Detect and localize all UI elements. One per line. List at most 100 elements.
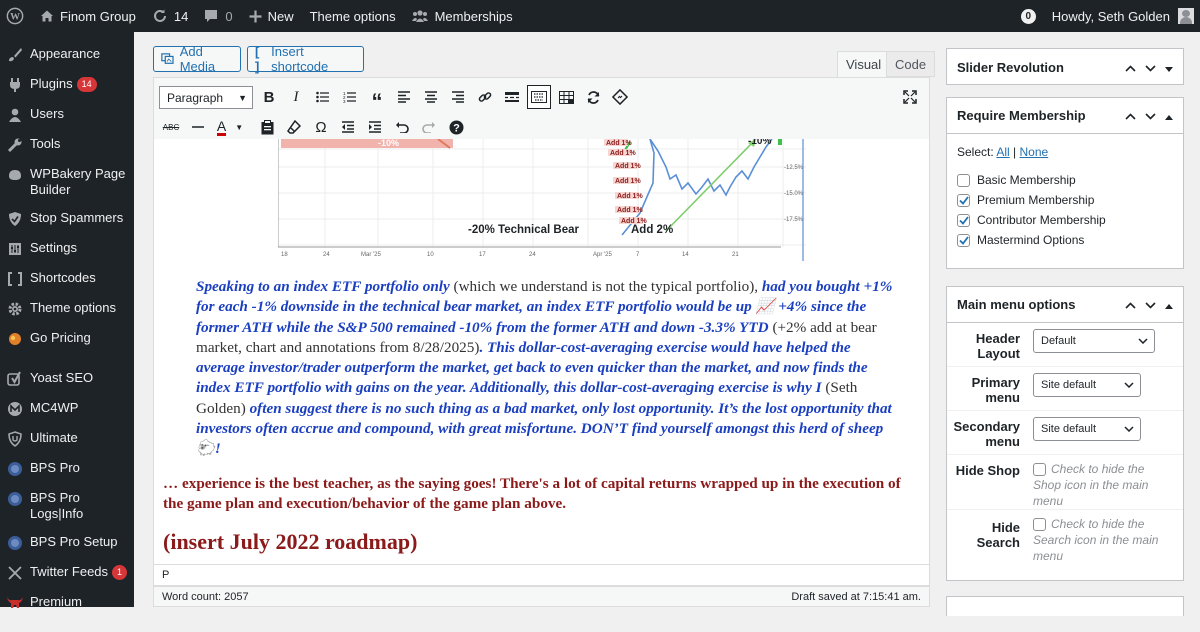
- sidebar-item-go-pricing[interactable]: Go Pricing: [0, 324, 134, 354]
- word-count: Word count: 2057: [162, 591, 249, 603]
- updates-link[interactable]: 14: [144, 0, 196, 32]
- tab-visual[interactable]: Visual: [837, 51, 891, 78]
- code-block-button[interactable]: [608, 85, 632, 109]
- table-button[interactable]: [554, 85, 578, 109]
- select-all-link[interactable]: All: [996, 145, 1009, 159]
- insert-shortcode-button[interactable]: [ ] Insert shortcode: [247, 44, 364, 74]
- primary-menu-select[interactable]: Site default: [1033, 373, 1141, 397]
- memberships-link[interactable]: Memberships: [404, 0, 521, 32]
- notifications-button[interactable]: 0: [1013, 0, 1044, 32]
- indent-icon: [369, 121, 381, 133]
- hide-search-checkbox[interactable]: [1033, 518, 1046, 532]
- sidebar-item-bps-pro-setup[interactable]: BPS Pro Setup: [0, 528, 134, 558]
- sidebar-item-wpbakery[interactable]: WPBakery Page Builder: [0, 160, 134, 204]
- help-icon: ?: [449, 120, 463, 134]
- sidebar-item-shortcodes[interactable]: Shortcodes: [0, 264, 134, 294]
- membership-option-mastermind[interactable]: Mastermind Options: [957, 230, 1173, 250]
- text-color-button[interactable]: A ▼: [213, 115, 247, 139]
- align-right-button[interactable]: [446, 85, 470, 109]
- caret-down-icon[interactable]: [1165, 60, 1173, 75]
- embedded-chart-image: -10% Add 1% Add 1% Add 1% Add 1% Add 1% …: [278, 139, 806, 261]
- strikethrough-button[interactable]: ABC: [159, 115, 183, 139]
- bullet-list-icon: [316, 91, 329, 103]
- sidebar-item-tools[interactable]: Tools: [0, 130, 134, 160]
- new-content-link[interactable]: New: [241, 0, 302, 32]
- sidebar-item-stop-spammers[interactable]: Stop Spammers: [0, 204, 134, 234]
- special-character-button[interactable]: Ω: [309, 115, 333, 139]
- outdent-icon: [342, 121, 354, 133]
- blockquote-button[interactable]: “: [365, 85, 389, 113]
- chevron-up-icon[interactable]: [1125, 60, 1136, 75]
- sidebar-item-theme-options[interactable]: Theme options: [0, 294, 134, 324]
- sidebar-item-plugins[interactable]: Plugins 14: [0, 70, 134, 100]
- checkbox-unchecked[interactable]: [957, 174, 970, 188]
- sidebar-item-bps-pro-logs[interactable]: BPS Pro Logs|Info: [0, 484, 134, 528]
- numbered-list-button[interactable]: 123: [338, 85, 362, 109]
- paste-text-button[interactable]: [255, 115, 279, 139]
- indent-button[interactable]: [363, 115, 387, 139]
- checkbox-checked[interactable]: [957, 214, 970, 228]
- site-name-link[interactable]: Finom Group: [32, 0, 144, 32]
- horizontal-line-button[interactable]: [186, 115, 210, 139]
- sidebar-item-yoast-seo[interactable]: Yoast SEO: [0, 364, 134, 394]
- undo-button[interactable]: [390, 115, 414, 139]
- sidebar-item-premium-financial-widgets[interactable]: Premium Financial Widgets: [0, 588, 134, 632]
- go-pricing-icon: [6, 330, 24, 348]
- membership-option-contributor[interactable]: Contributor Membership: [957, 210, 1173, 230]
- editor-content[interactable]: -10% Add 1% Add 1% Add 1% Add 1% Add 1% …: [153, 139, 930, 564]
- content-paragraph-red[interactable]: … experience is the best teacher, as the…: [163, 474, 903, 515]
- align-left-button[interactable]: [392, 85, 416, 109]
- italic-button[interactable]: I: [284, 85, 308, 109]
- insert-link-button[interactable]: [473, 85, 497, 109]
- wordpress-logo-icon[interactable]: W: [0, 0, 32, 32]
- content-heading[interactable]: (insert July 2022 roadmap): [163, 529, 417, 555]
- add-media-button[interactable]: Add Media: [153, 44, 241, 74]
- tab-code[interactable]: Code: [886, 51, 936, 77]
- select-none-link[interactable]: None: [1020, 145, 1049, 159]
- chevron-down-icon[interactable]: [1145, 297, 1156, 312]
- format-select[interactable]: Paragraph ▼: [159, 86, 253, 109]
- sidebar-item-appearance[interactable]: Appearance: [0, 40, 134, 70]
- sidebar-item-bps-pro[interactable]: BPS Pro: [0, 454, 134, 484]
- comments-link[interactable]: 0: [196, 0, 240, 32]
- hide-shop-checkbox[interactable]: [1033, 463, 1046, 477]
- hide-shop-option[interactable]: Check to hide the Shop icon in the main …: [1033, 462, 1148, 508]
- hide-search-option[interactable]: Check to hide the Search icon in the mai…: [1033, 517, 1158, 563]
- membership-option-basic[interactable]: Basic Membership: [957, 170, 1173, 190]
- help-button[interactable]: ?: [444, 115, 468, 139]
- chevron-up-icon[interactable]: [1125, 297, 1136, 312]
- secondary-menu-select[interactable]: Site default: [1033, 417, 1141, 441]
- content-paragraph-blue[interactable]: Speaking to an index ETF portfolio only …: [196, 277, 894, 460]
- read-more-button[interactable]: [500, 85, 524, 109]
- fullscreen-button[interactable]: [898, 85, 922, 109]
- sidebar-item-settings[interactable]: Settings: [0, 234, 134, 264]
- chevron-up-icon[interactable]: [1125, 108, 1136, 123]
- sidebar-item-users[interactable]: Users: [0, 100, 134, 130]
- refresh-button[interactable]: [581, 85, 605, 109]
- sidebar-item-twitter-feeds[interactable]: Twitter Feeds 1: [0, 558, 134, 588]
- outdent-button[interactable]: [336, 115, 360, 139]
- header-layout-select[interactable]: Default: [1033, 329, 1155, 353]
- align-right-icon: [452, 91, 464, 103]
- chart-x-tick: Mar '25: [361, 252, 381, 258]
- toolbar-toggle-button[interactable]: [527, 85, 551, 109]
- sidebar-item-mc4wp[interactable]: MC4WP: [0, 394, 134, 424]
- panel-title: Slider Revolution: [957, 59, 1064, 75]
- theme-options-link[interactable]: Theme options: [302, 0, 404, 32]
- groups-icon: [411, 10, 428, 22]
- membership-option-premium[interactable]: Premium Membership: [957, 190, 1173, 210]
- clear-formatting-button[interactable]: [282, 115, 306, 139]
- bullet-list-button[interactable]: [311, 85, 335, 109]
- checkbox-checked[interactable]: [957, 194, 970, 208]
- sidebar-item-ultimate[interactable]: Ultimate: [0, 424, 134, 454]
- ultimate-icon: [6, 430, 24, 448]
- caret-up-icon[interactable]: [1165, 108, 1173, 123]
- chevron-down-icon[interactable]: [1145, 108, 1156, 123]
- checkbox-checked[interactable]: [957, 234, 970, 248]
- my-account-link[interactable]: Howdy, Seth Golden: [1044, 0, 1200, 32]
- bold-button[interactable]: B: [257, 85, 281, 109]
- chevron-down-icon[interactable]: [1145, 60, 1156, 75]
- align-center-button[interactable]: [419, 85, 443, 109]
- redo-button[interactable]: [417, 115, 441, 139]
- caret-up-icon[interactable]: [1165, 297, 1173, 312]
